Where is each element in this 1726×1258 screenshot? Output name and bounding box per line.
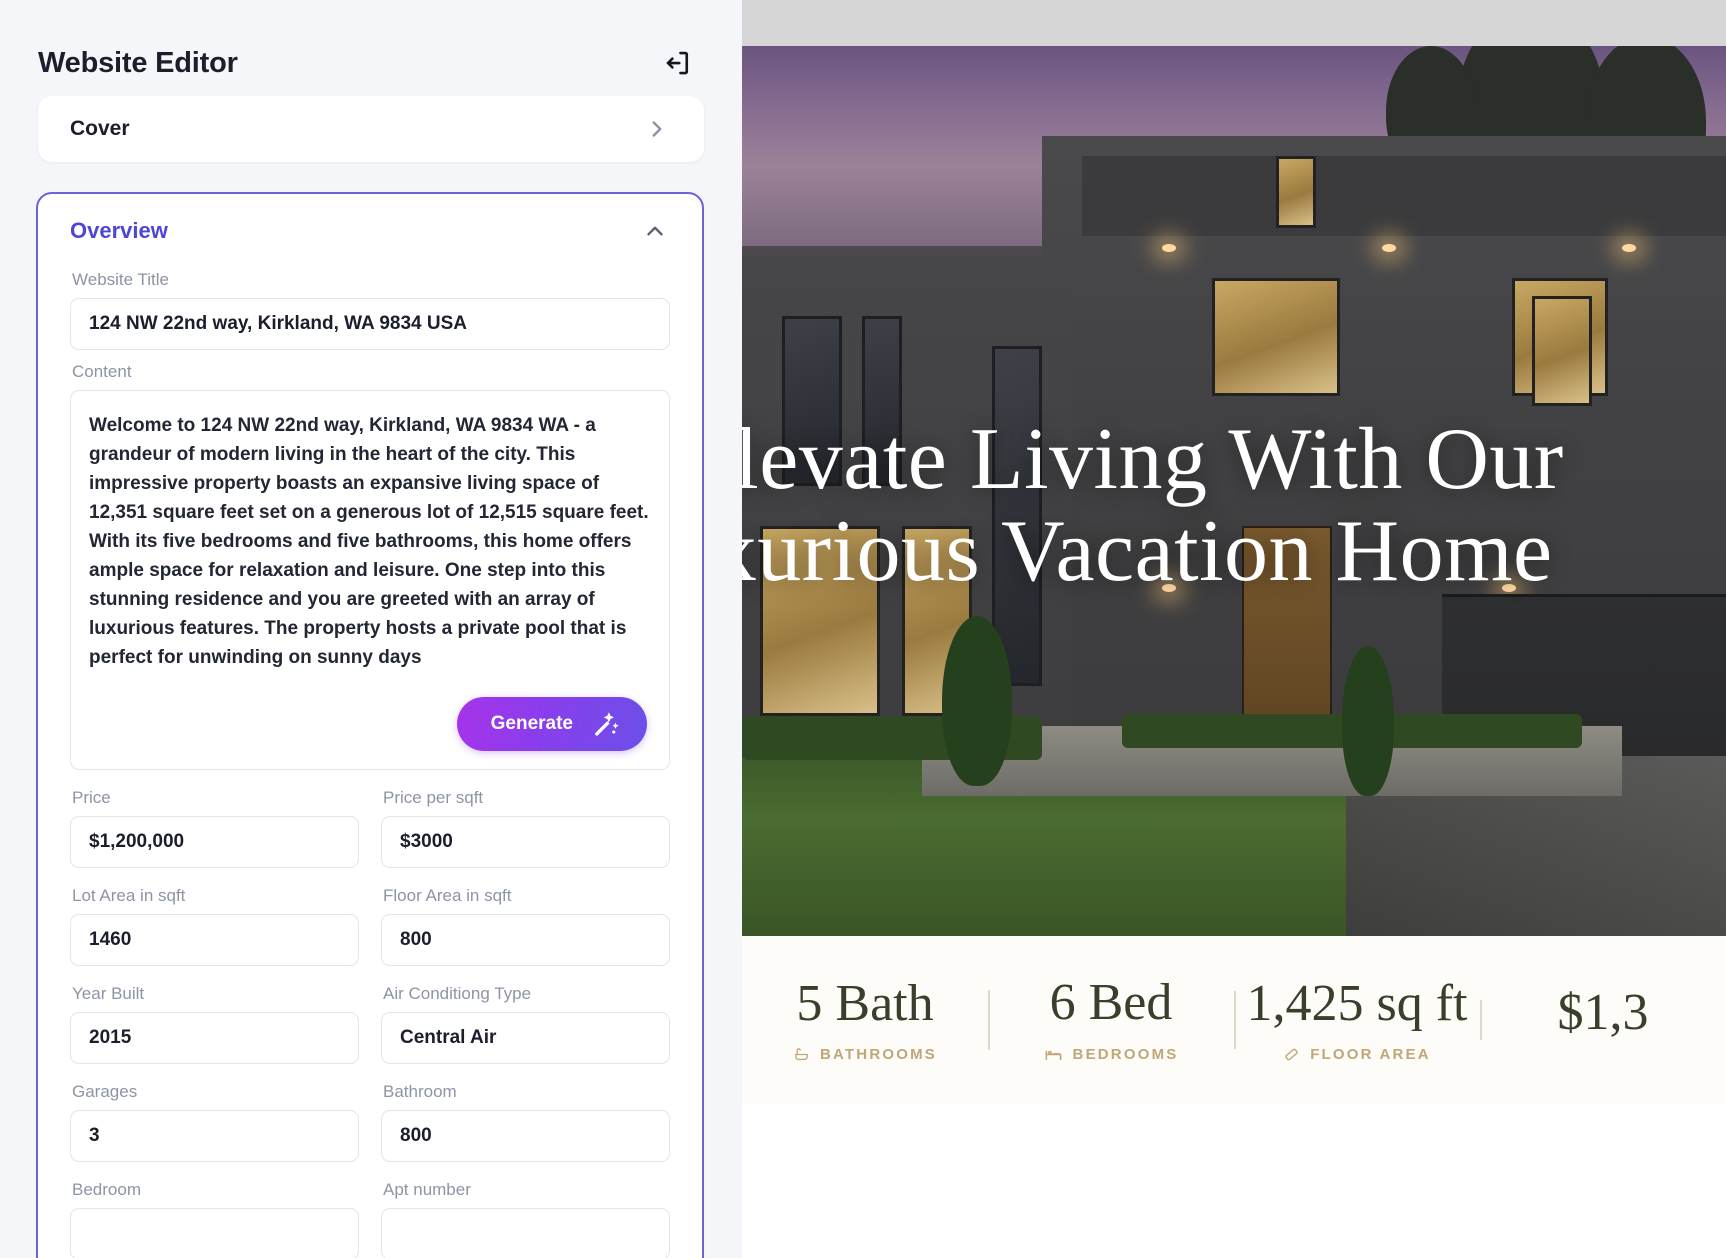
- preview-below-stats: [742, 1104, 1726, 1258]
- shrub: [1342, 646, 1394, 796]
- apt-number-label: Apt number: [383, 1180, 471, 1199]
- field-year-built: Year Built: [70, 972, 359, 1064]
- field-apt-number: Apt number: [381, 1168, 670, 1258]
- stat-bedrooms-value: 6 Bed: [1049, 974, 1173, 1032]
- chevron-right-icon[interactable]: [644, 116, 670, 142]
- app-root: Website Editor Cover Overview Website Ti…: [0, 0, 1726, 1258]
- magic-wand-icon: [591, 709, 621, 739]
- generate-button-label: Generate: [490, 713, 573, 734]
- soffit-light: [1382, 244, 1396, 252]
- hero-section: COMING SOON: [742, 46, 1726, 936]
- window-lit: [1212, 278, 1340, 396]
- field-garages: Garages: [70, 1070, 359, 1162]
- section-overview-body: Website Title Content Welcome to 124 NW …: [38, 270, 702, 1258]
- stat-bathrooms: 5 Bath BATHROOMS: [742, 977, 988, 1063]
- stat-floor-area-value: 1,425 sq ft: [1246, 975, 1468, 1033]
- stat-bedrooms: 6 Bed BEDROOMS: [988, 976, 1234, 1064]
- generate-row: Generate: [456, 697, 647, 751]
- field-bedroom: Bedroom: [70, 1168, 359, 1258]
- chevron-up-icon[interactable]: [642, 218, 668, 244]
- section-overview-label: Overview: [70, 218, 168, 243]
- year-built-label: Year Built: [72, 984, 145, 1003]
- content-text-value: Welcome to 124 NW 22nd way, Kirkland, WA…: [89, 415, 654, 668]
- stat-floor-area-label-row: FLOOR AREA: [1244, 1046, 1470, 1063]
- stat-bathrooms-value: 5 Bath: [796, 975, 934, 1033]
- preview-top-bar: [742, 0, 1726, 46]
- section-cover[interactable]: Cover: [38, 96, 704, 162]
- stat-bedrooms-label: BEDROOMS: [1072, 1045, 1179, 1063]
- ruler-icon: [1283, 1046, 1300, 1063]
- price-per-sqft-label: Price per sqft: [383, 788, 484, 807]
- section-overview: Overview Website Title Content Welcome t…: [36, 192, 704, 1258]
- field-bathroom: Bathroom: [381, 1070, 670, 1162]
- content-textarea[interactable]: Welcome to 124 NW 22nd way, Kirkland, WA…: [70, 390, 670, 770]
- floor-area-input[interactable]: [381, 914, 670, 966]
- field-content: Content Welcome to 124 NW 22nd way, Kirk…: [70, 362, 670, 770]
- website-editor-panel: Website Editor Cover Overview Website Ti…: [0, 0, 742, 1258]
- field-air-conditioning-type: Air Conditiong Type: [381, 972, 670, 1064]
- website-title-label: Website Title: [72, 270, 170, 289]
- website-title-input[interactable]: [70, 298, 670, 350]
- air-conditioning-type-input[interactable]: [381, 1012, 670, 1064]
- bathroom-input[interactable]: [381, 1110, 670, 1162]
- stat-floor-area: 1,425 sq ft FLOOR AREA: [1234, 977, 1480, 1063]
- editor-header: Website Editor: [0, 0, 742, 96]
- price-label: Price: [72, 788, 111, 807]
- air-conditioning-type-label: Air Conditiong Type: [383, 984, 532, 1003]
- soffit-light: [1622, 244, 1636, 252]
- stat-bedrooms-label-row: BEDROOMS: [998, 1045, 1224, 1064]
- price-input[interactable]: [70, 816, 359, 868]
- shrub: [942, 616, 1012, 786]
- section-overview-header[interactable]: Overview: [38, 194, 702, 258]
- field-floor-area: Floor Area in sqft: [381, 874, 670, 966]
- property-fields-grid: Price Price per sqft Lot Area in sqft Fl…: [70, 776, 670, 1258]
- window-lit: [1532, 296, 1592, 406]
- house-upper-block: [1082, 156, 1726, 236]
- lot-area-input[interactable]: [70, 914, 359, 966]
- stat-price: $1,3: [1480, 983, 1726, 1055]
- hero-headline-line1: Elevate Living With Our: [742, 411, 1564, 508]
- field-lot-area: Lot Area in sqft: [70, 874, 359, 966]
- bath-icon: [793, 1046, 810, 1063]
- stat-bathrooms-label-row: BATHROOMS: [752, 1046, 978, 1063]
- generate-button[interactable]: Generate: [456, 697, 647, 751]
- stat-floor-area-label: FLOOR AREA: [1310, 1045, 1431, 1063]
- bathroom-label: Bathroom: [383, 1082, 457, 1101]
- field-price: Price: [70, 776, 359, 868]
- floor-area-label: Floor Area in sqft: [383, 886, 512, 905]
- section-cover-label: Cover: [70, 117, 130, 140]
- content-label: Content: [72, 362, 132, 381]
- apt-number-input[interactable]: [381, 1208, 670, 1258]
- bedroom-input[interactable]: [70, 1208, 359, 1258]
- hero-headline: Elevate Living With Our Luxurious Vacati…: [742, 414, 1726, 598]
- website-preview: COMING SOON: [742, 0, 1726, 1258]
- garages-label: Garages: [72, 1082, 138, 1101]
- page-title: Website Editor: [38, 46, 238, 79]
- bedroom-label: Bedroom: [72, 1180, 141, 1199]
- year-built-input[interactable]: [70, 1012, 359, 1064]
- logout-icon[interactable]: [658, 43, 698, 83]
- garages-input[interactable]: [70, 1110, 359, 1162]
- lot-area-label: Lot Area in sqft: [72, 886, 186, 905]
- soffit-light: [1162, 244, 1176, 252]
- stat-bathrooms-label: BATHROOMS: [819, 1045, 937, 1063]
- hero-headline-line2: Luxurious Vacation Home: [742, 503, 1553, 600]
- field-price-per-sqft: Price per sqft: [381, 776, 670, 868]
- bed-icon: [1044, 1045, 1063, 1064]
- property-stats-bar: 5 Bath BATHROOMS 6 Bed BEDROOMS 1,425 sq…: [742, 936, 1726, 1104]
- window-lit: [1276, 156, 1316, 228]
- field-website-title: Website Title: [70, 270, 670, 350]
- price-per-sqft-input[interactable]: [381, 816, 670, 868]
- stat-price-value: $1,3: [1557, 983, 1649, 1041]
